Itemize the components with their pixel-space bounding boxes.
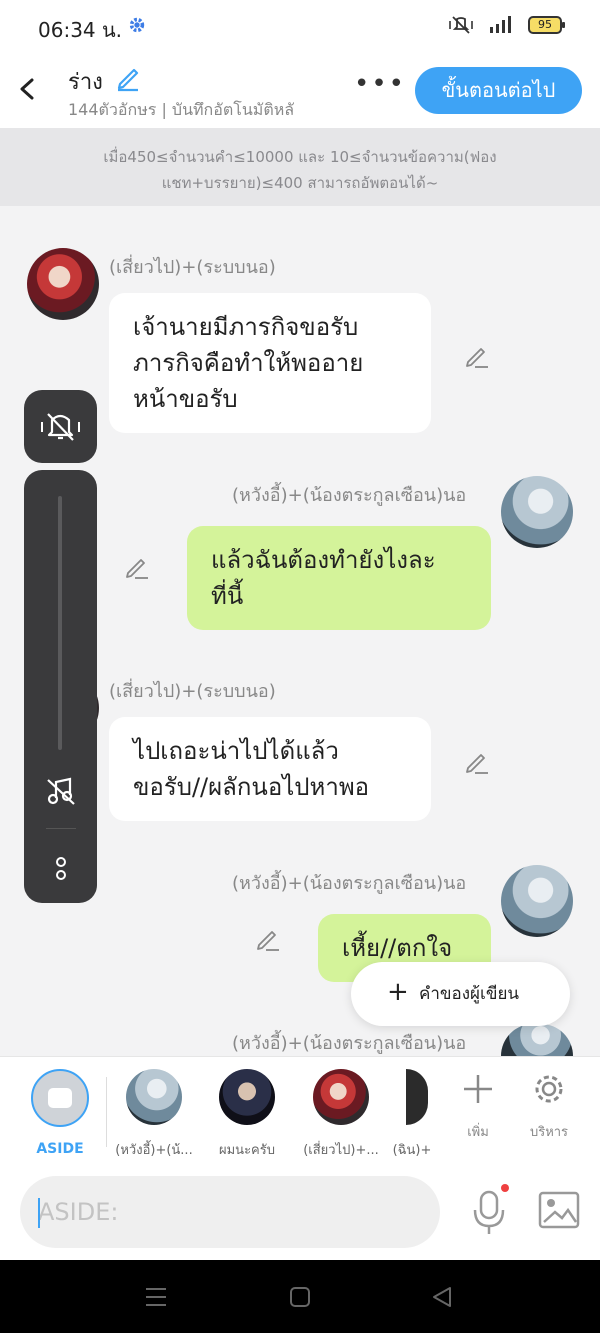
sender-name: (หวังอี้)+(น้องตระกูลเซือน)นอ (232, 1033, 467, 1054)
message-bubble[interactable]: แล้วฉันต้องทำยังไงละ ที่นี้ (187, 526, 491, 630)
character-bar: ASIDE (หวังอี้)+(น้... ผมนะครับ (เสี่ยวไ… (0, 1056, 600, 1166)
mute-bell-icon (41, 413, 80, 441)
avatar[interactable] (501, 865, 573, 937)
page-title: ร่าง (68, 70, 103, 95)
message-input[interactable] (20, 1176, 440, 1248)
avatar[interactable] (501, 476, 573, 548)
character-item[interactable]: (เสี่ยวไป)+... (298, 1069, 384, 1160)
manage-label: บริหาร (529, 1125, 569, 1140)
character-item[interactable]: (หวังอี้)+(น้... (113, 1069, 195, 1160)
aside-character[interactable]: ASIDE (30, 1069, 90, 1157)
add-label: เพิ่ม (467, 1125, 489, 1140)
character-name: ผมนะครับ (219, 1143, 275, 1158)
signal-icon (490, 16, 511, 33)
add-character-button[interactable]: เพิ่ม (452, 1071, 504, 1142)
text-caret (38, 1198, 40, 1228)
aside-label: ASIDE (36, 1141, 84, 1157)
sender-name: (หวังอี้)+(น้องตระกูลเซือน)นอ (232, 485, 467, 506)
edit-message-icon[interactable] (463, 748, 491, 776)
edit-message-icon[interactable] (254, 925, 282, 953)
more-vertical-icon[interactable] (51, 854, 71, 884)
next-step-button[interactable]: ขั้นตอนต่อไป (415, 67, 582, 114)
edit-title-icon[interactable] (114, 64, 142, 92)
edit-message-icon[interactable] (463, 342, 491, 370)
back-icon[interactable] (430, 1286, 454, 1308)
home-icon[interactable] (288, 1286, 312, 1308)
aside-icon (31, 1069, 89, 1127)
status-bar: 06:34 น. 95 (0, 0, 600, 52)
character-item[interactable]: (ฉิน)+ (392, 1069, 432, 1160)
avatar (406, 1069, 428, 1125)
volume-panel (24, 470, 97, 903)
more-options-button[interactable]: ••• (354, 71, 406, 97)
divider (106, 1077, 107, 1147)
microphone-icon[interactable] (468, 1184, 512, 1236)
add-author-note-button[interactable]: + คำของผู้เขียน (351, 962, 570, 1026)
mute-vibrate-icon (449, 16, 473, 34)
message-bubble[interactable]: เจ้านายมีภารกิจขอรับ ภารกิจคือทำให้พออาย… (109, 293, 431, 433)
menu-icon[interactable] (144, 1286, 168, 1308)
sender-name: (เสี่ยวไป)+(ระบบนอ) (109, 257, 276, 278)
sender-name: (หวังอี้)+(น้องตระกูลเซือน)นอ (232, 873, 467, 894)
volume-slider[interactable] (58, 496, 62, 750)
publish-requirement-notice: เมื่อ450≤จำนวนคำ≤10000 และ 10≤จำนวนข้อคว… (0, 128, 600, 206)
mute-toggle-button[interactable] (24, 390, 97, 463)
gear-icon (535, 1075, 563, 1103)
avatar[interactable] (27, 248, 99, 320)
editor-header: ร่าง 144ตัวอักษร | บันทึกอัตโนมัติหลั ••… (0, 52, 600, 128)
sender-name: (เสี่ยวไป)+(ระบบนอ) (109, 681, 276, 702)
settings-icon (129, 17, 145, 33)
message-bubble[interactable]: ไปเถอะน่าไปได้แล้ว ขอรับ//ผลักนอไปหาพอ (109, 717, 431, 821)
character-name: (ฉิน)+ (392, 1143, 432, 1158)
plus-icon: + (387, 977, 409, 1007)
word-count-status: 144ตัวอักษร | บันทึกอัตโนมัติหลั (68, 100, 295, 119)
back-arrow-icon[interactable] (14, 72, 42, 106)
message-input-bar (0, 1166, 600, 1260)
avatar[interactable] (501, 1024, 573, 1056)
battery-indicator: 95 (528, 16, 565, 34)
character-item[interactable]: ผมนะครับ (207, 1069, 287, 1160)
avatar (219, 1069, 275, 1125)
avatar (126, 1069, 182, 1125)
author-note-label: คำของผู้เขียน (419, 984, 520, 1004)
status-time: 06:34 น. (38, 18, 123, 42)
manage-characters-button[interactable]: บริหาร (522, 1071, 576, 1142)
character-name: (หวังอี้)+(น้... (115, 1143, 193, 1158)
edit-message-icon[interactable] (123, 553, 151, 581)
plus-icon (464, 1075, 492, 1103)
system-navigation-bar (0, 1260, 600, 1333)
image-icon[interactable] (538, 1190, 580, 1230)
avatar (313, 1069, 369, 1125)
character-name: (เสี่ยวไป)+... (303, 1143, 379, 1158)
divider (46, 828, 76, 829)
music-off-icon[interactable] (44, 774, 78, 808)
